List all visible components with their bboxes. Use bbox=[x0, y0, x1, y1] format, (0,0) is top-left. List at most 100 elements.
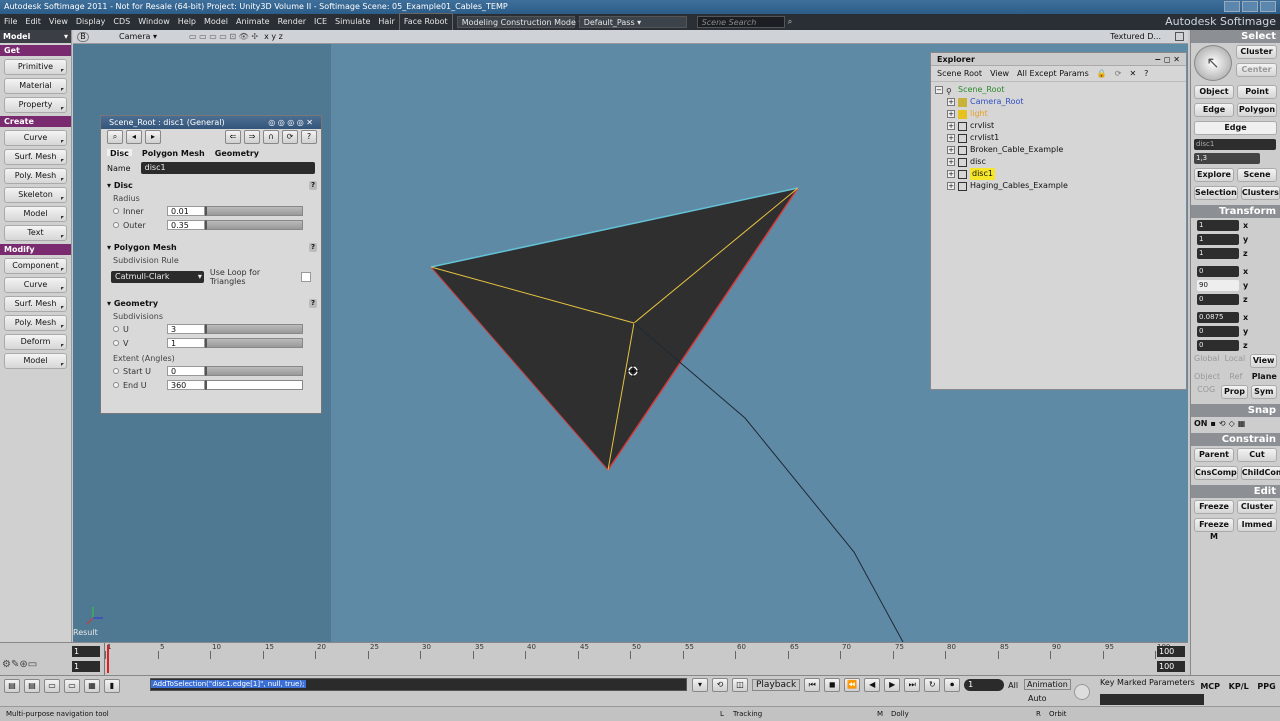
animation-marker-icon[interactable] bbox=[113, 222, 119, 228]
property-editor-title[interactable]: Scene_Root : disc1 (General) ◎ ◎ ◎ ◎ ✕ bbox=[101, 116, 321, 129]
outer-track[interactable] bbox=[205, 220, 303, 230]
subdiv-rule-select[interactable]: Catmull-Clark ▾ bbox=[111, 271, 204, 283]
current-frame-field[interactable]: 1 bbox=[72, 661, 100, 672]
cluster-button[interactable]: Cluster bbox=[1236, 45, 1277, 59]
translate-x-field[interactable]: 0.0875 bbox=[1197, 311, 1239, 323]
axis-x-label[interactable]: x bbox=[1243, 221, 1251, 230]
outer-slider[interactable]: Outer 0.35 bbox=[101, 218, 321, 232]
explorer-lock-icon[interactable]: 🔒 bbox=[1097, 69, 1107, 78]
inner-slider[interactable]: Inner 0.01 bbox=[101, 204, 321, 218]
forward-icon[interactable]: ▸ bbox=[145, 130, 161, 144]
disc-mesh-triangle[interactable] bbox=[431, 188, 798, 470]
rotate-z-field[interactable]: 0 bbox=[1197, 293, 1239, 305]
scene-button[interactable]: Scene bbox=[1237, 168, 1277, 182]
explorer-filter-menu[interactable]: All Except Params bbox=[1017, 69, 1089, 78]
prev-frame-icon[interactable]: ◀ bbox=[864, 678, 881, 692]
record-icon[interactable]: ⏺ bbox=[944, 678, 961, 692]
dropdown-icon[interactable]: ▾ bbox=[692, 678, 708, 692]
material-button[interactable]: Material bbox=[4, 78, 67, 94]
tab-polygon-mesh[interactable]: Polygon Mesh bbox=[142, 149, 205, 158]
snap-point-icon[interactable]: ▪ bbox=[1211, 419, 1216, 428]
help-icon[interactable]: ? bbox=[309, 181, 317, 190]
modify-model-button[interactable]: Model bbox=[4, 353, 67, 369]
axis-y-label[interactable]: y bbox=[1243, 235, 1251, 244]
auto-key-toggle[interactable]: Auto bbox=[1028, 694, 1047, 703]
geometry-group-header[interactable]: ▾ Geometry? bbox=[101, 298, 321, 310]
help-icon[interactable]: ? bbox=[309, 243, 317, 252]
preset-icon[interactable]: ⌕ bbox=[107, 130, 123, 144]
childcomp-button[interactable]: ChildComp bbox=[1240, 466, 1280, 480]
u-value[interactable]: 3 bbox=[167, 324, 205, 334]
expand-icon[interactable]: + bbox=[947, 158, 955, 166]
timeline-end-field[interactable]: 100 bbox=[1157, 646, 1185, 657]
axis-z-label[interactable]: z bbox=[1243, 295, 1251, 304]
tab-ppg[interactable]: PPG bbox=[1257, 676, 1275, 698]
play-icon[interactable]: ▶ bbox=[884, 678, 901, 692]
expand-icon[interactable]: + bbox=[947, 98, 955, 106]
sync-icon[interactable]: ⟲ bbox=[712, 678, 728, 692]
plane-option[interactable]: Plane bbox=[1252, 372, 1277, 381]
snap-curve-icon[interactable]: ⟲ bbox=[1219, 419, 1226, 428]
layout-icon-2[interactable]: ▤ bbox=[24, 679, 40, 693]
tree-node-crvlist1[interactable]: + crvlist1 bbox=[935, 132, 1186, 144]
inner-value[interactable]: 0.01 bbox=[167, 206, 205, 216]
create-surf-mesh-button[interactable]: Surf. Mesh bbox=[4, 149, 67, 165]
all-button[interactable]: All bbox=[1008, 681, 1018, 690]
tree-node-broken-cable[interactable]: + Broken_Cable_Example bbox=[935, 144, 1186, 156]
explorer-window-controls[interactable]: − ◻ ✕ bbox=[1154, 53, 1180, 66]
refresh-icon[interactable]: ⟳ bbox=[282, 130, 298, 144]
outer-value[interactable]: 0.35 bbox=[167, 220, 205, 230]
close-window-button[interactable] bbox=[1260, 1, 1276, 12]
create-poly-mesh-button[interactable]: Poly. Mesh bbox=[4, 168, 67, 184]
explorer-close-icon[interactable]: ✕ bbox=[1129, 69, 1136, 78]
u-track[interactable] bbox=[205, 324, 303, 334]
property-editor-controls[interactable]: ◎ ◎ ◎ ◎ ✕ bbox=[268, 116, 313, 129]
global-option[interactable]: Global bbox=[1194, 354, 1220, 368]
layout-icon-6[interactable]: ▮ bbox=[104, 679, 120, 693]
selection-count-field[interactable]: 1,3 bbox=[1194, 153, 1260, 164]
polygon-button[interactable]: Polygon bbox=[1237, 103, 1277, 117]
menu-ice[interactable]: ICE bbox=[310, 14, 331, 30]
menu-simulate[interactable]: Simulate bbox=[331, 14, 374, 30]
v-track[interactable] bbox=[205, 338, 303, 348]
translate-z-field[interactable]: 0 bbox=[1197, 339, 1239, 351]
explorer-help-icon[interactable]: ? bbox=[1144, 69, 1148, 78]
help-icon[interactable]: ? bbox=[309, 299, 317, 308]
create-skeleton-button[interactable]: Skeleton bbox=[4, 187, 67, 203]
object-option[interactable]: Object bbox=[1194, 372, 1220, 381]
start-u-value[interactable]: 0 bbox=[167, 366, 205, 376]
animation-marker-icon[interactable] bbox=[113, 368, 119, 374]
name-field[interactable]: disc1 bbox=[140, 162, 315, 174]
menu-edit[interactable]: Edit bbox=[21, 14, 45, 30]
edge-filter-button[interactable]: Edge bbox=[1194, 121, 1277, 135]
key-field[interactable] bbox=[1100, 694, 1204, 705]
use-loop-checkbox[interactable] bbox=[301, 272, 312, 282]
scale-z-field[interactable]: 1 bbox=[1197, 247, 1239, 259]
selection-name-field[interactable]: disc1 bbox=[1194, 139, 1276, 150]
construction-mode-select[interactable]: Modeling Construction Mode ▾ bbox=[456, 16, 582, 28]
axis-z-label[interactable]: z bbox=[1243, 341, 1251, 350]
start-icon[interactable]: ⏪ bbox=[844, 678, 861, 692]
modify-poly-mesh-button[interactable]: Poly. Mesh bbox=[4, 315, 67, 331]
layout-icons[interactable]: ▤ ▤ ▭ ▭ ▦ ▮ bbox=[4, 679, 120, 693]
pass-select[interactable]: Default_Pass ▾ bbox=[578, 16, 687, 28]
create-curve-button[interactable]: Curve bbox=[4, 130, 67, 146]
expand-icon[interactable]: + bbox=[947, 110, 955, 118]
rotate-y-field[interactable]: 90 bbox=[1197, 279, 1239, 291]
inner-track[interactable] bbox=[205, 206, 303, 216]
end-u-track[interactable] bbox=[205, 380, 303, 390]
tree-node-haging-cables[interactable]: + Haging_Cables_Example bbox=[935, 180, 1186, 192]
explorer-refresh-icon[interactable]: ⟳ bbox=[1115, 69, 1122, 78]
point-button[interactable]: Point bbox=[1237, 85, 1277, 99]
animation-menu[interactable]: Animation bbox=[1024, 679, 1071, 690]
menu-help[interactable]: Help bbox=[174, 14, 200, 30]
create-model-button[interactable]: Model bbox=[4, 206, 67, 222]
axis-y-label[interactable]: y bbox=[1243, 281, 1251, 290]
maximize-button[interactable] bbox=[1242, 1, 1258, 12]
help-icon[interactable]: ? bbox=[301, 130, 317, 144]
loop-icon[interactable]: ↻ bbox=[924, 678, 941, 692]
timeline-start-field[interactable]: 1 bbox=[72, 646, 100, 657]
parent-button[interactable]: Parent bbox=[1194, 448, 1234, 462]
expand-icon[interactable]: + bbox=[947, 146, 955, 154]
menu-model[interactable]: Model bbox=[200, 14, 232, 30]
